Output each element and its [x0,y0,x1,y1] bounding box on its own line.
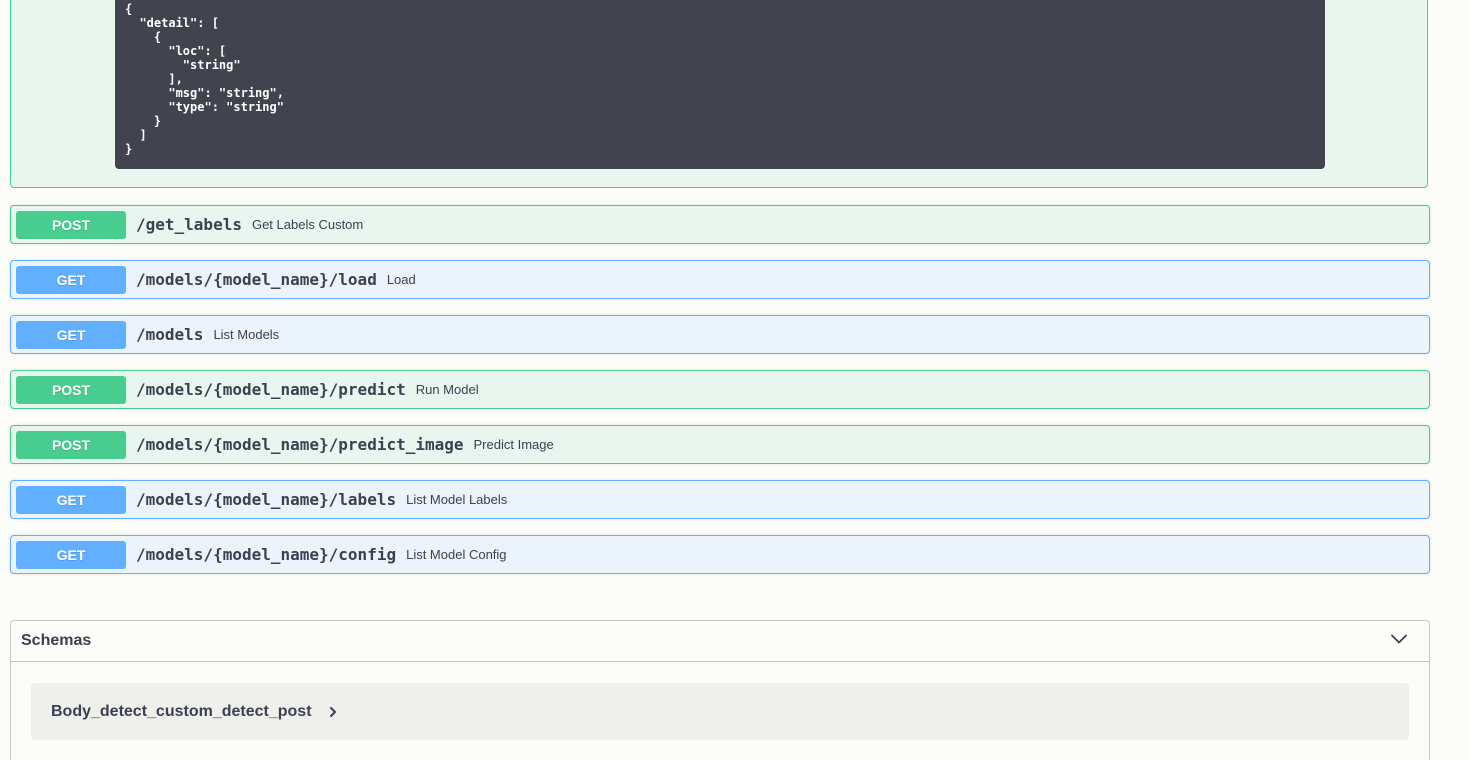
schemas-header[interactable]: Schemas [11,621,1429,662]
operation-summary: Run Model [415,382,479,397]
operation-summary: List Model Config [406,547,507,562]
operation-path: /models [136,325,204,344]
operation-path: /models/{model_name}/config [136,545,397,564]
operation-run-model[interactable]: POST /models/{model_name}/predict Run Mo… [10,370,1430,409]
method-badge: POST [16,430,126,459]
operation-summary: Get Labels Custom [251,217,364,232]
schema-model-item[interactable]: Body_detect_custom_detect_post [31,683,1409,740]
chevron-down-icon[interactable] [1389,629,1409,654]
response-example-code: { "detail": [ { "loc": [ "string" ], "ms… [115,0,1325,169]
operation-list-model-config[interactable]: GET /models/{model_name}/config List Mod… [10,535,1430,574]
operation-path: /models/{model_name}/labels [136,490,397,509]
operation-summary: List Models [213,327,280,342]
operation-list-models[interactable]: GET /models List Models [10,315,1430,354]
operation-summary: Predict Image [473,437,554,452]
operation-predict-image[interactable]: POST /models/{model_name}/predict_image … [10,425,1430,464]
operation-path: /get_labels [136,215,242,234]
operation-path: /models/{model_name}/predict [136,380,406,399]
method-badge: GET [16,320,126,349]
method-badge: POST [16,210,126,239]
method-badge: GET [16,265,126,294]
response-example-text: { "detail": [ { "loc": [ "string" ], "ms… [125,2,284,156]
operation-summary: List Model Labels [406,492,508,507]
method-badge: POST [16,375,126,404]
swagger-page: { "detail": [ { "loc": [ "string" ], "ms… [0,0,1469,760]
operation-list-model-labels[interactable]: GET /models/{model_name}/labels List Mod… [10,480,1430,519]
method-badge: GET [16,485,126,514]
schemas-title: Schemas [21,632,92,649]
expanded-operation: { "detail": [ { "loc": [ "string" ], "ms… [10,0,1428,188]
chevron-right-icon[interactable] [328,706,338,718]
operation-load-model[interactable]: GET /models/{model_name}/load Load [10,260,1430,299]
operation-summary: Load [386,272,416,287]
operation-get-labels[interactable]: POST /get_labels Get Labels Custom [10,205,1430,244]
method-badge: GET [16,540,126,569]
operation-path: /models/{model_name}/predict_image [136,435,464,454]
schema-model-name[interactable]: Body_detect_custom_detect_post [51,703,312,721]
schemas-section: Schemas Body_detect_custom_detect_post [10,620,1430,760]
operation-path: /models/{model_name}/load [136,270,377,289]
